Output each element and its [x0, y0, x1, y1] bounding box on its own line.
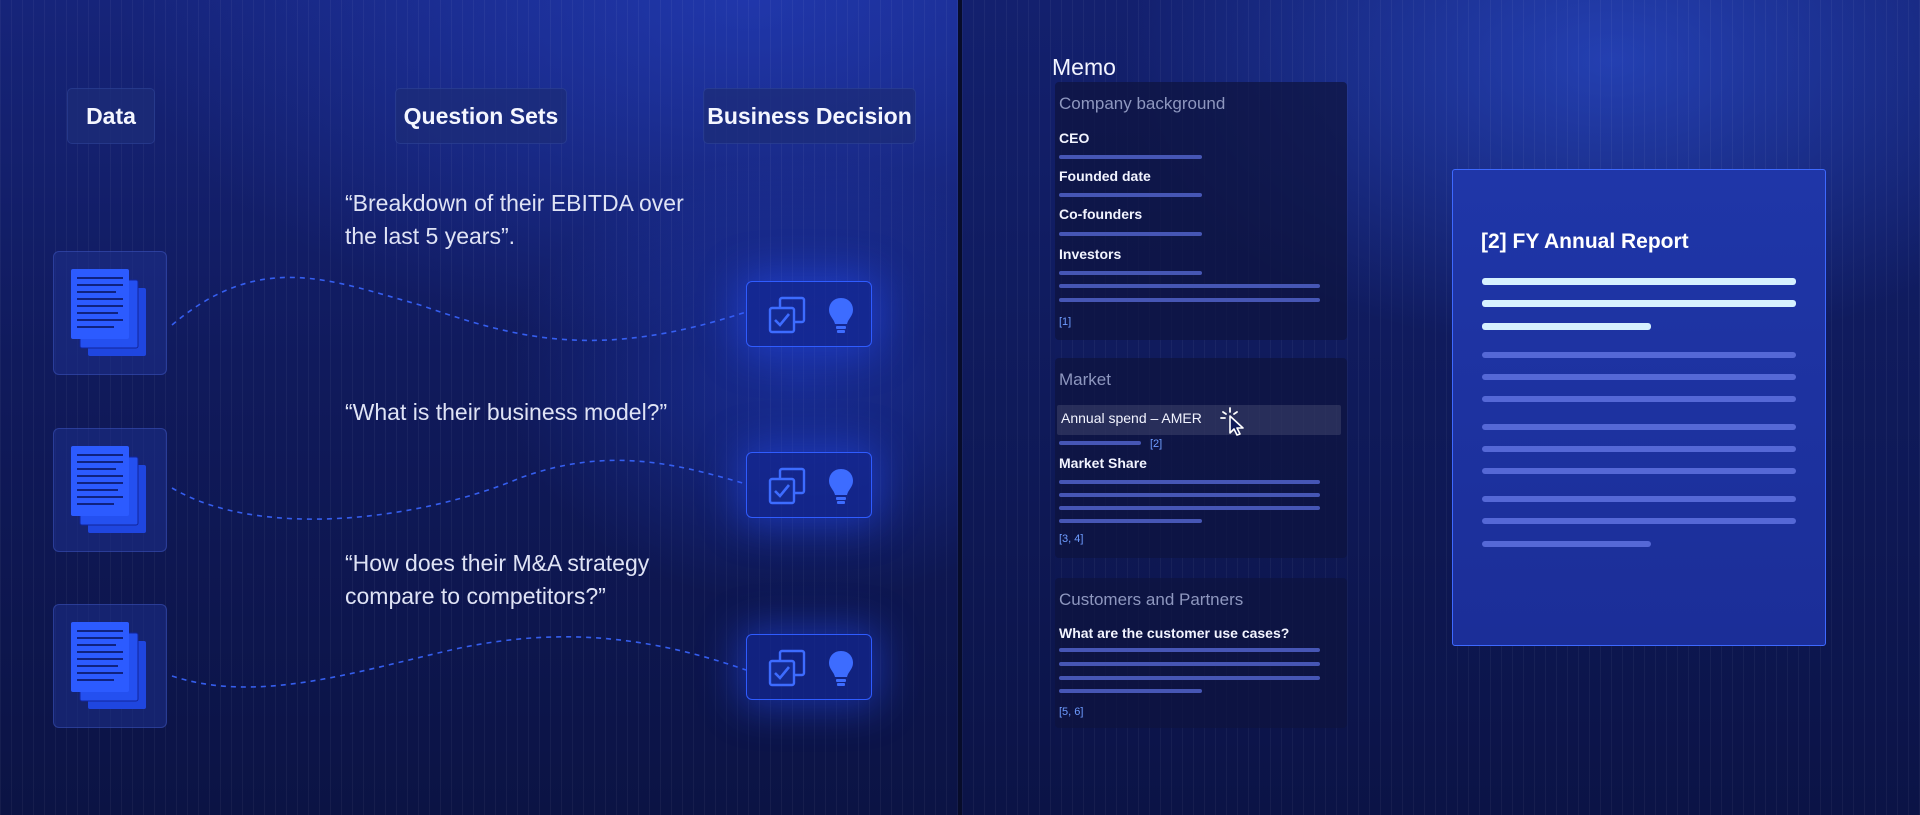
text-placeholder-bar — [1059, 689, 1202, 693]
citation-link[interactable]: [1] — [1059, 316, 1071, 328]
field-annual-spend[interactable]: Annual spend – AMER — [1061, 410, 1202, 426]
report-title: [2] FY Annual Report — [1481, 230, 1689, 253]
section-heading: Customers and Partners — [1059, 590, 1244, 609]
text-placeholder-bar — [1059, 480, 1320, 484]
question-3: “How does their M&A strategy compare to … — [345, 550, 650, 609]
question-2: “What is their business model?” — [345, 399, 668, 425]
text-placeholder-bar — [1059, 193, 1202, 197]
citation-link[interactable]: [5, 6] — [1059, 706, 1083, 718]
highlighted-text-bar — [1482, 300, 1796, 307]
text-placeholder-bar — [1059, 662, 1320, 666]
lightbulb-icon — [829, 651, 853, 686]
checklist-icon — [768, 649, 806, 687]
question-sets-panel: Data Question Sets Business Decision “Br… — [0, 0, 958, 815]
lightbulb-icon — [829, 298, 853, 333]
text-placeholder-bar — [1482, 352, 1796, 358]
text-placeholder-bar — [1059, 155, 1202, 159]
text-placeholder-bar — [1482, 541, 1651, 547]
text-placeholder-bar — [1482, 374, 1796, 380]
text-placeholder-bar — [1059, 284, 1320, 288]
field-market-share[interactable]: Market Share — [1059, 455, 1147, 471]
text-placeholder-bar — [1482, 424, 1796, 430]
decision-card-2[interactable] — [746, 452, 872, 518]
text-placeholder-bar — [1059, 676, 1320, 680]
memo-title: Memo — [1052, 54, 1116, 80]
citation-link[interactable]: [3, 4] — [1059, 533, 1083, 545]
citation-link[interactable]: [2] — [1150, 438, 1162, 450]
text-placeholder-bar — [1482, 518, 1796, 524]
checklist-icon — [768, 467, 806, 505]
data-card-1[interactable] — [53, 251, 167, 375]
section-heading: Market — [1059, 370, 1111, 389]
document-stack-icon — [71, 269, 146, 356]
text-placeholder-bar — [1482, 446, 1796, 452]
text-placeholder-bar — [1059, 298, 1320, 302]
field-customer-use-cases[interactable]: What are the customer use cases? — [1059, 625, 1289, 641]
field-investors[interactable]: Investors — [1059, 246, 1121, 262]
text-placeholder-bar — [1059, 232, 1202, 236]
data-card-3[interactable] — [53, 604, 167, 728]
checklist-icon — [768, 296, 806, 334]
text-placeholder-bar — [1059, 648, 1320, 652]
text-placeholder-bar — [1059, 493, 1320, 497]
lightbulb-icon — [829, 469, 853, 504]
text-placeholder-bar — [1059, 519, 1202, 523]
document-stack-icon — [71, 446, 146, 533]
text-placeholder-bar — [1059, 271, 1202, 275]
decision-card-3[interactable] — [746, 634, 872, 700]
text-placeholder-bar — [1059, 506, 1320, 510]
memo-section-market[interactable]: Market Annual spend – AMER [2] Market Sh… — [1055, 358, 1347, 558]
decision-card-1[interactable] — [746, 281, 872, 347]
data-card-2[interactable] — [53, 428, 167, 552]
field-founded-date[interactable]: Founded date — [1059, 168, 1151, 184]
field-co-founders[interactable]: Co-founders — [1059, 206, 1142, 222]
field-ceo[interactable]: CEO — [1059, 130, 1089, 146]
memo-section-customers[interactable]: Customers and Partners What are the cust… — [1055, 578, 1347, 728]
text-placeholder-bar — [1482, 468, 1796, 474]
annual-report-document[interactable]: [2] FY Annual Report — [1452, 169, 1826, 646]
text-placeholder-bar — [1059, 441, 1141, 445]
text-placeholder-bar — [1482, 496, 1796, 502]
highlighted-text-bar — [1482, 323, 1651, 330]
text-placeholder-bar — [1482, 396, 1796, 402]
cursor-click-icon — [1220, 407, 1244, 436]
highlighted-text-bar — [1482, 278, 1796, 285]
section-heading: Company background — [1059, 94, 1226, 113]
question-1: “Breakdown of their EBITDA over the last… — [345, 190, 684, 249]
document-stack-icon — [71, 622, 146, 709]
memo-section-company-background[interactable]: Company background CEO Founded date Co-f… — [1055, 82, 1347, 340]
